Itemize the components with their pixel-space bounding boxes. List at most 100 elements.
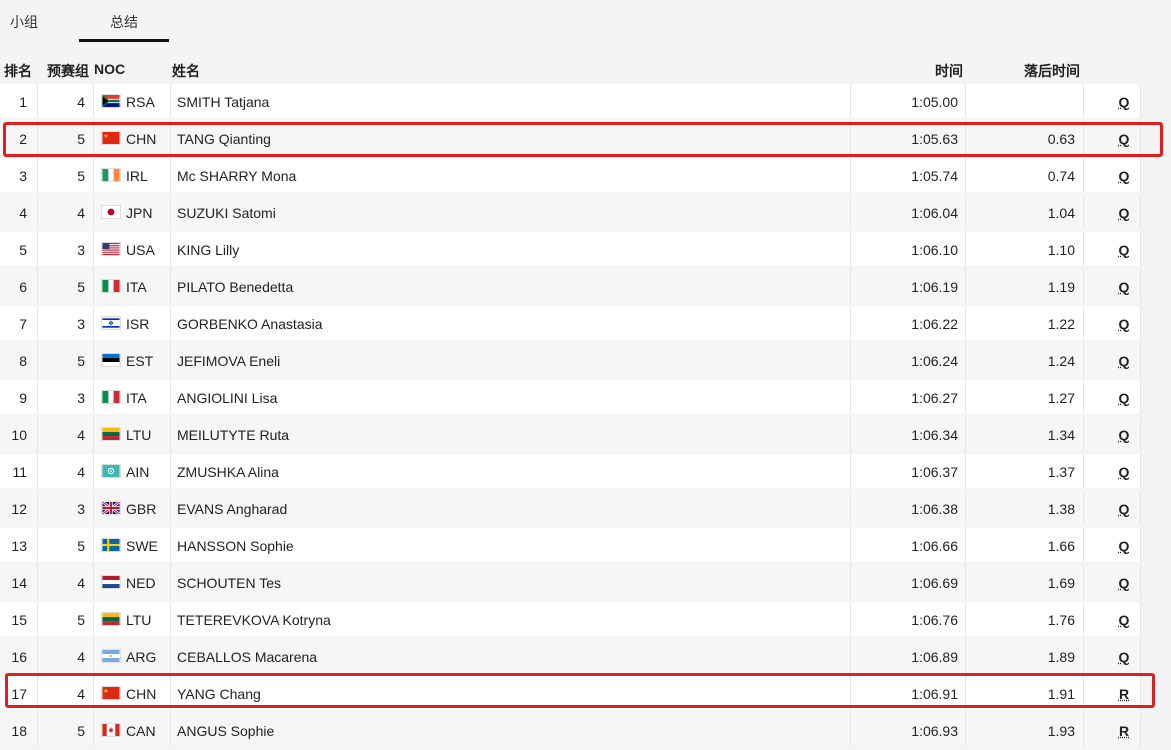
table-row[interactable]: 17 4 CHN YANG Chang 1:06.91 1.91 R — [0, 676, 1171, 713]
noc-cell: USA — [126, 242, 155, 258]
time-cell: 1:06.24 — [880, 353, 958, 369]
athlete-name[interactable]: ZMUSHKA Alina — [177, 464, 279, 480]
athlete-name[interactable]: YANG Chang — [177, 686, 261, 702]
athlete-name[interactable]: ANGUS Sophie — [177, 723, 274, 739]
athlete-name[interactable]: EVANS Angharad — [177, 501, 287, 517]
tab-summary[interactable]: 总结 — [110, 12, 138, 32]
row-background — [0, 639, 1140, 673]
table-row[interactable]: 14 4 NED SCHOUTEN Tes 1:06.69 1.69 Q — [0, 565, 1171, 602]
table-row[interactable]: 1 4 RSA SMITH Tatjana 1:05.00 Q — [0, 84, 1171, 121]
column-divider — [965, 454, 966, 488]
row-background — [0, 195, 1140, 229]
column-divider — [1140, 639, 1141, 673]
table-row[interactable]: 6 5 ITA PILATO Benedetta 1:06.19 1.19 Q — [0, 269, 1171, 306]
table-row[interactable]: 3 5 IRL Mc SHARRY Mona 1:05.74 0.74 Q — [0, 158, 1171, 195]
heat-cell: 4 — [60, 464, 85, 480]
column-divider — [965, 417, 966, 451]
athlete-name[interactable]: SMITH Tatjana — [177, 94, 269, 110]
column-divider — [1083, 491, 1084, 525]
qualification-mark: Q — [1110, 205, 1138, 221]
table-row[interactable]: 16 4 ARG CEBALLOS Macarena 1:06.89 1.89 Q — [0, 639, 1171, 676]
column-divider — [1140, 454, 1141, 488]
noc-cell: SWE — [126, 538, 158, 554]
athlete-name[interactable]: JEFIMOVA Eneli — [177, 353, 280, 369]
time-cell: 1:06.34 — [880, 427, 958, 443]
rank-cell: 5 — [0, 242, 27, 258]
column-divider — [850, 343, 851, 377]
table-row[interactable]: 10 4 LTU MEILUTYTE Ruta 1:06.34 1.34 Q — [0, 417, 1171, 454]
column-divider — [37, 158, 38, 192]
athlete-name[interactable]: GORBENKO Anastasia — [177, 316, 323, 332]
rank-cell: 8 — [0, 353, 27, 369]
flag-icon-ita — [101, 390, 121, 404]
column-divider — [93, 269, 94, 303]
qualification-mark: Q — [1110, 390, 1138, 406]
time-cell: 1:06.89 — [880, 649, 958, 665]
athlete-name[interactable]: TANG Qianting — [177, 131, 271, 147]
column-divider — [1083, 343, 1084, 377]
column-divider — [170, 602, 171, 636]
noc-cell: AIN — [126, 464, 149, 480]
table-row[interactable]: 9 3 ITA ANGIOLINI Lisa 1:06.27 1.27 Q — [0, 380, 1171, 417]
athlete-name[interactable]: SUZUKI Satomi — [177, 205, 276, 221]
column-divider — [1083, 417, 1084, 451]
athlete-name[interactable]: ANGIOLINI Lisa — [177, 390, 277, 406]
noc-cell: JPN — [126, 205, 152, 221]
table-row[interactable]: 2 5 CHN TANG Qianting 1:05.63 0.63 Q — [0, 121, 1171, 158]
column-divider — [850, 84, 851, 118]
column-divider — [965, 306, 966, 340]
qualification-mark: Q — [1110, 94, 1138, 110]
noc-cell: IRL — [126, 168, 148, 184]
column-divider — [1083, 713, 1084, 747]
column-divider — [93, 121, 94, 155]
column-divider — [850, 306, 851, 340]
athlete-name[interactable]: SCHOUTEN Tes — [177, 575, 281, 591]
athlete-name[interactable]: KING Lilly — [177, 242, 239, 258]
column-divider — [965, 639, 966, 673]
column-divider — [850, 454, 851, 488]
column-divider — [170, 158, 171, 192]
athlete-name[interactable]: CEBALLOS Macarena — [177, 649, 317, 665]
behind-cell: 1.93 — [1000, 723, 1075, 739]
table-row[interactable]: 5 3 USA KING Lilly 1:06.10 1.10 Q — [0, 232, 1171, 269]
behind-cell: 1.69 — [1000, 575, 1075, 591]
table-row[interactable]: 12 3 GBR EVANS Angharad 1:06.38 1.38 Q — [0, 491, 1171, 528]
rank-cell: 12 — [0, 501, 27, 517]
behind-cell: 1.24 — [1000, 353, 1075, 369]
athlete-name[interactable]: PILATO Benedetta — [177, 279, 293, 295]
qualification-mark: Q — [1110, 575, 1138, 591]
athlete-name[interactable]: HANSSON Sophie — [177, 538, 294, 554]
table-row[interactable]: 18 5 CAN ANGUS Sophie 1:06.93 1.93 R — [0, 713, 1171, 750]
column-divider — [1140, 84, 1141, 118]
table-row[interactable]: 11 4 AIN ZMUSHKA Alina 1:06.37 1.37 Q — [0, 454, 1171, 491]
column-divider — [965, 84, 966, 118]
table-row[interactable]: 8 5 EST JEFIMOVA Eneli 1:06.24 1.24 Q — [0, 343, 1171, 380]
column-divider — [850, 491, 851, 525]
column-divider — [850, 195, 851, 229]
column-divider — [37, 565, 38, 599]
heat-cell: 5 — [60, 353, 85, 369]
header-time: 时间 — [935, 61, 963, 81]
rank-cell: 1 — [0, 94, 27, 110]
behind-cell: 0.63 — [1000, 131, 1075, 147]
athlete-name[interactable]: TETEREVKOVA Kotryna — [177, 612, 331, 628]
tab-heats[interactable]: 小组 — [10, 12, 38, 32]
time-cell: 1:05.63 — [880, 131, 958, 147]
qualification-mark: Q — [1110, 168, 1138, 184]
table-row[interactable]: 15 5 LTU TETEREVKOVA Kotryna 1:06.76 1.76 Q — [0, 602, 1171, 639]
noc-cell: RSA — [126, 94, 155, 110]
table-row[interactable]: 4 4 JPN SUZUKI Satomi 1:06.04 1.04 Q — [0, 195, 1171, 232]
column-divider — [965, 676, 966, 710]
noc-cell: LTU — [126, 427, 151, 443]
qualification-mark: R — [1110, 686, 1138, 702]
time-cell: 1:06.91 — [880, 686, 958, 702]
column-divider — [1140, 343, 1141, 377]
rank-cell: 16 — [0, 649, 27, 665]
row-background — [0, 158, 1140, 192]
table-row[interactable]: 13 5 SWE HANSSON Sophie 1:06.66 1.66 Q — [0, 528, 1171, 565]
athlete-name[interactable]: Mc SHARRY Mona — [177, 168, 296, 184]
qualification-mark: Q — [1110, 279, 1138, 295]
athlete-name[interactable]: MEILUTYTE Ruta — [177, 427, 289, 443]
table-row[interactable]: 7 3 ISR GORBENKO Anastasia 1:06.22 1.22 Q — [0, 306, 1171, 343]
column-divider — [93, 639, 94, 673]
